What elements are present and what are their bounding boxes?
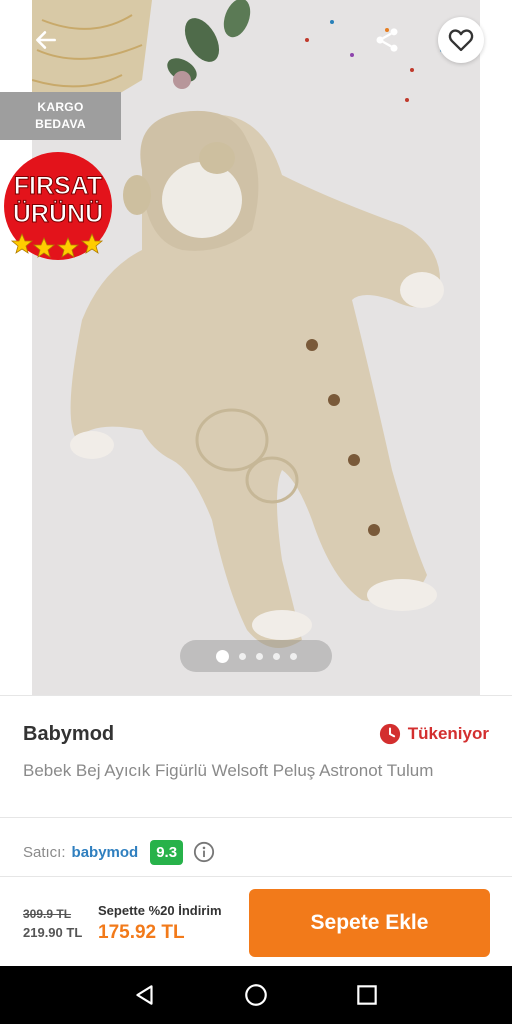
share-button[interactable]: [365, 18, 409, 62]
brand-name[interactable]: Babymod: [23, 723, 114, 746]
cargo-badge-line2: BEDAVA: [35, 117, 86, 131]
stock-status-label: Tükeniyor: [407, 724, 489, 743]
nav-back-icon: [136, 985, 153, 1005]
info-circle-icon[interactable]: [193, 841, 215, 863]
carousel-dot[interactable]: [272, 652, 280, 660]
carousel-dot[interactable]: [255, 652, 263, 660]
cargo-badge-line1: KARGO: [37, 100, 84, 114]
heart-outline-icon: [448, 29, 474, 52]
old-price: 309.9 TL: [23, 907, 72, 921]
divider: [0, 695, 512, 696]
favorite-button[interactable]: [438, 17, 484, 63]
opportunity-product-badge: FIRSAT ÜRÜNÜ: [0, 152, 116, 264]
nav-home-icon: [245, 984, 267, 1006]
nav-recents-button[interactable]: [347, 975, 387, 1015]
free-shipping-badge: KARGO BEDAVA: [0, 92, 121, 140]
firsat-line1: FIRSAT: [14, 172, 102, 200]
product-image-carousel[interactable]: KARGO BEDAVA FIRSAT ÜRÜNÜ: [0, 0, 512, 695]
carousel-dot[interactable]: [215, 649, 229, 663]
system-navigation-bar: [0, 966, 512, 1024]
final-price: 175.92 TL: [98, 922, 185, 943]
seller-score-badge: 9.3: [150, 839, 184, 865]
product-detail-page: KARGO BEDAVA FIRSAT ÜRÜNÜ Babymod Tükeni…: [0, 0, 512, 1024]
stock-status: Tükeniyor: [379, 723, 489, 745]
brand-row: Babymod Tükeniyor: [23, 723, 489, 747]
carousel-dot[interactable]: [289, 652, 297, 660]
add-to-cart-button[interactable]: Sepete Ekle: [249, 889, 490, 957]
carousel-indicator: [180, 640, 332, 672]
carousel-dot[interactable]: [238, 652, 246, 660]
nav-back-button[interactable]: [125, 975, 165, 1015]
back-button[interactable]: [24, 18, 68, 62]
price-bar: 309.9 TL 219.90 TL Sepette %20 İndirim 1…: [0, 876, 512, 966]
arrow-left-icon: [36, 31, 56, 49]
divider: [0, 817, 512, 818]
product-title: Bebek Bej Ayıcık Figürlü Welsoft Peluş A…: [23, 761, 434, 780]
discounted-price: 219.90 TL: [23, 925, 83, 940]
share-icon: [376, 28, 398, 52]
nav-recents-icon: [356, 985, 377, 1005]
clock-icon: [379, 723, 400, 745]
cart-discount-label: Sepette %20 İndirim: [98, 903, 222, 918]
firsat-line2: ÜRÜNÜ: [13, 199, 103, 228]
seller-name-link[interactable]: babymod: [72, 844, 139, 861]
nav-home-button[interactable]: [236, 975, 276, 1015]
seller-label: Satıcı:: [23, 843, 66, 861]
seller-row: Satıcı: babymod 9.3: [23, 838, 215, 866]
